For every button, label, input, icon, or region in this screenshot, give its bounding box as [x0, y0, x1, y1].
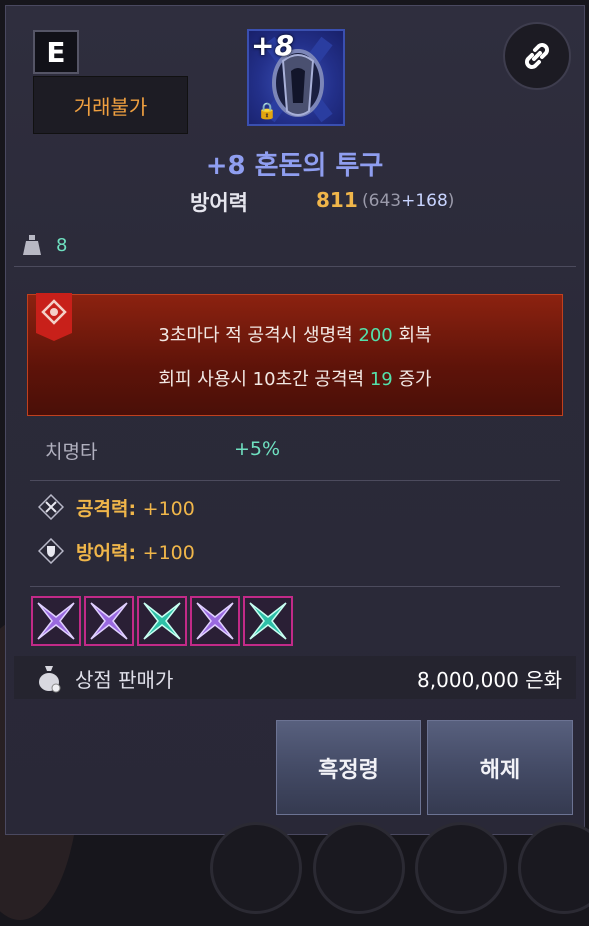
purple-crystal-icon: [196, 602, 234, 640]
equipment-slot[interactable]: [313, 822, 405, 914]
equipment-slot[interactable]: [210, 822, 302, 914]
set-effect-2-suffix: 증가: [392, 369, 432, 390]
gem-slot[interactable]: [190, 596, 240, 646]
defense-close: ): [447, 191, 455, 211]
lock-icon: 🔒: [257, 101, 277, 120]
defense-label: 방어력: [190, 191, 248, 215]
defense-base: (643: [362, 191, 402, 211]
option-attack-label: 공격력:: [76, 497, 137, 520]
set-effect-1-value: 200: [358, 325, 393, 346]
set-effect-1-suffix: 회복: [392, 325, 432, 346]
crit-value: +5%: [234, 438, 281, 460]
gem-slots: [31, 596, 293, 646]
enhance-level-badge: +8: [251, 29, 294, 62]
helmet-item-icon: +8 🔒: [247, 29, 345, 126]
purple-crystal-icon: [90, 602, 128, 640]
defense-detail: (643+168): [362, 191, 454, 211]
set-effect-2-value: 19: [369, 369, 393, 390]
set-effect-line-1: 3초마다 적 공격시 생명력 200 회복: [28, 321, 562, 347]
teal-crystal-icon: [143, 602, 181, 640]
sell-price-label: 상점 판매가: [75, 668, 174, 692]
set-effect-2-text: 회피 사용시 10초간 공격력: [158, 369, 370, 390]
link-button[interactable]: [503, 22, 571, 90]
gem-slot[interactable]: [84, 596, 134, 646]
option-attack-text: 공격력: +100: [76, 494, 195, 521]
black-spirit-button[interactable]: 흑정령: [276, 720, 421, 815]
set-effect-line-2: 회피 사용시 10초간 공격력 19 증가: [28, 365, 562, 391]
set-effect-1-text: 3초마다 적 공격시 생명력: [158, 325, 359, 346]
link-icon: [525, 43, 549, 69]
option-defense-label: 방어력:: [76, 541, 137, 564]
option-attack-value: +100: [142, 497, 195, 520]
crit-label: 치명타: [45, 441, 98, 463]
equipment-slot[interactable]: [518, 822, 589, 914]
defense-row: 방어력 811 (643+168): [0, 187, 589, 219]
set-effect-box: 3초마다 적 공격시 생명력 200 회복 회피 사용시 10초간 공격력 19…: [27, 293, 563, 416]
trade-status-badge: 거래불가: [33, 76, 188, 134]
divider: [14, 266, 576, 267]
teal-crystal-icon: [249, 602, 287, 640]
sell-price-row: 상점 판매가 8,000,000 은화: [14, 656, 576, 699]
option-defense-value: +100: [142, 541, 195, 564]
defense-value: 811: [316, 188, 358, 212]
weight-row: 8: [22, 233, 67, 257]
option-defense-row: 방어력: +100: [38, 536, 195, 566]
gem-slot[interactable]: [31, 596, 81, 646]
weight-icon: [23, 235, 41, 255]
gem-slot[interactable]: [243, 596, 293, 646]
divider: [30, 480, 560, 481]
sword-cross-icon: [38, 494, 64, 520]
equipment-slot[interactable]: [415, 822, 507, 914]
unequip-button[interactable]: 해제: [427, 720, 573, 815]
sell-price-value: 8,000,000 은화: [417, 668, 562, 692]
weight-value: 8: [56, 234, 68, 256]
gem-slot[interactable]: [137, 596, 187, 646]
grade-badge: E: [33, 30, 79, 74]
item-name: +8 혼돈의 투구: [205, 151, 384, 181]
option-defense-text: 방어력: +100: [76, 538, 195, 565]
money-bag-icon: [39, 666, 61, 693]
purple-crystal-icon: [37, 602, 75, 640]
divider: [30, 586, 560, 587]
defense-bonus: +168: [401, 191, 448, 211]
option-attack-row: 공격력: +100: [38, 492, 195, 522]
shield-icon: [38, 538, 64, 564]
